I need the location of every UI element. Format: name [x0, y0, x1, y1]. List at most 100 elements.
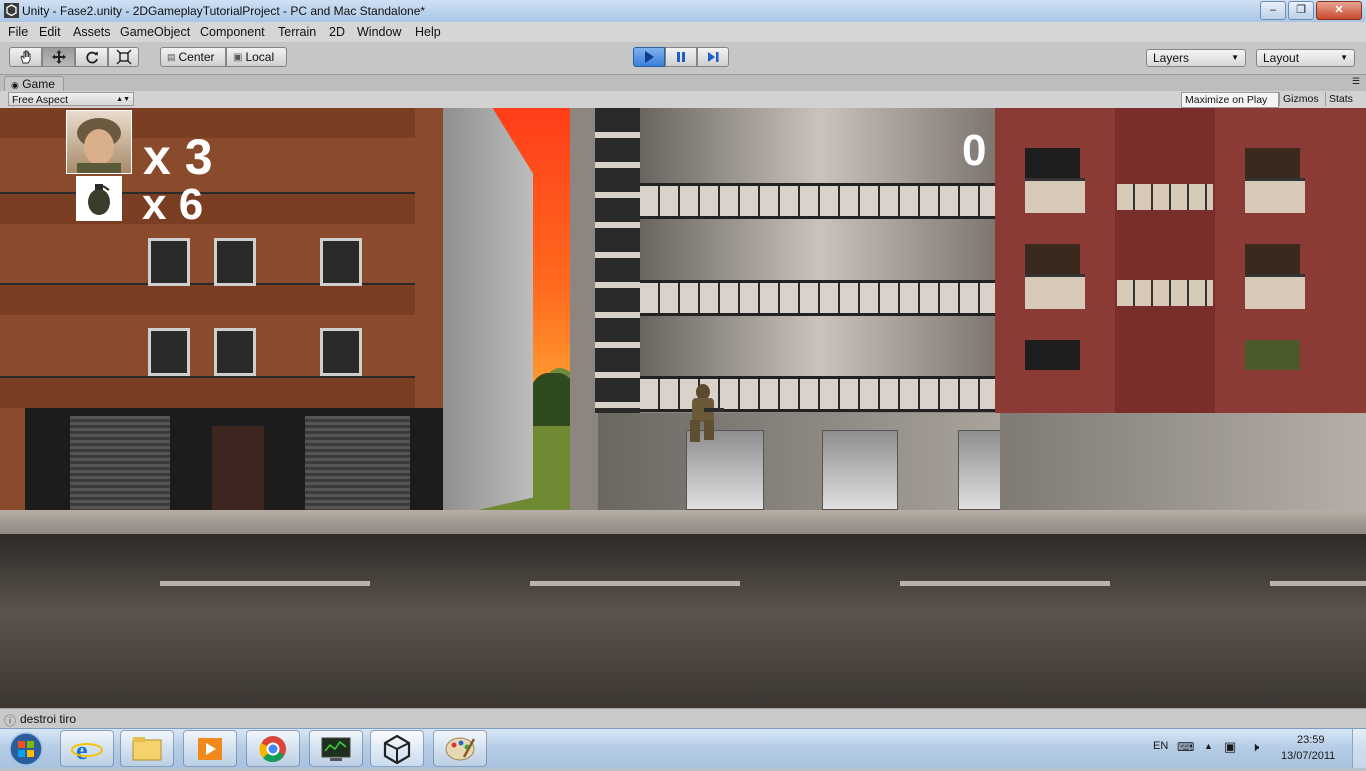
device-icon[interactable]: ▣ — [1224, 739, 1236, 755]
menu-assets[interactable]: Assets — [73, 25, 111, 39]
taskbar-system-monitor[interactable] — [309, 730, 363, 767]
title-bar: Unity - Fase2.unity - 2DGameplayTutorial… — [0, 0, 1366, 23]
window — [148, 238, 190, 286]
rotate-tool-button[interactable] — [75, 47, 108, 67]
hand-tool-button[interactable] — [9, 47, 42, 67]
rotate-icon — [85, 51, 98, 64]
tab-game[interactable]: ◉ Game — [4, 76, 64, 92]
menu-gameobject[interactable]: GameObject — [120, 25, 190, 39]
minimize-button[interactable]: – — [1260, 1, 1286, 20]
monitor-icon — [321, 737, 351, 761]
road — [0, 534, 1366, 708]
game-view-toolbar: Free Aspect ▲▼ Maximize on Play Gizmos S… — [0, 91, 1366, 109]
unity-logo-icon — [4, 3, 19, 18]
taskbar-internet-explorer[interactable]: e — [60, 730, 114, 767]
info-icon: ⓘ — [4, 714, 17, 728]
tab-game-label: Game — [22, 77, 55, 91]
menu-help[interactable]: Help — [415, 25, 441, 39]
red-balcony — [1025, 274, 1085, 309]
taskbar-file-explorer[interactable] — [120, 730, 174, 767]
move-arrows-icon — [51, 50, 66, 64]
step-button[interactable] — [697, 47, 729, 67]
aspect-label: Free Aspect — [12, 94, 69, 106]
layers-dropdown[interactable]: Layers ▼ — [1146, 49, 1246, 67]
chevron-down-icon: ▼ — [1231, 53, 1239, 62]
paint-palette-icon — [445, 737, 476, 761]
clock-date[interactable]: 13/07/2011 — [1281, 750, 1335, 762]
scale-icon — [116, 49, 131, 65]
window — [320, 328, 362, 376]
layers-label: Layers — [1153, 51, 1190, 65]
layout-dropdown[interactable]: Layout ▼ — [1256, 49, 1355, 67]
window — [1025, 148, 1080, 178]
folder-icon — [132, 737, 162, 761]
red-building-base — [1000, 413, 1366, 518]
menu-terrain[interactable]: Terrain — [278, 25, 316, 39]
balcony-1 — [0, 192, 415, 224]
svg-text:e: e — [76, 736, 88, 765]
stats-toggle[interactable]: Stats — [1325, 92, 1366, 106]
local-cube-icon: ▣ — [233, 51, 243, 63]
building-side-wall — [443, 108, 533, 518]
windows-start-orb-icon — [9, 732, 43, 766]
close-button[interactable]: ✕ — [1316, 1, 1362, 20]
panel-menu-icon[interactable]: ☰ — [1352, 76, 1360, 87]
taskbar-paint[interactable] — [433, 730, 487, 767]
game-tab-bar: ◉ Game ☰ — [0, 75, 1366, 92]
layout-label: Layout — [1263, 51, 1300, 65]
play-icon — [645, 51, 654, 63]
window — [1025, 340, 1080, 370]
unity-icon — [383, 734, 411, 765]
railing-2 — [640, 280, 995, 316]
gizmos-toggle[interactable]: Gizmos — [1279, 92, 1324, 106]
taskbar-chrome[interactable] — [246, 730, 300, 767]
pause-icon — [677, 52, 685, 62]
pivot-toggle-button[interactable]: ▤ Center — [160, 47, 226, 67]
hand-icon — [19, 50, 30, 64]
menu-2d[interactable]: 2D — [329, 25, 345, 39]
menu-edit[interactable]: Edit — [39, 25, 61, 39]
space-toggle-button[interactable]: ▣ Local — [226, 47, 287, 67]
pivot-icon: ▤ — [167, 51, 176, 62]
window-title: Unity - Fase2.unity - 2DGameplayTutorial… — [22, 4, 426, 18]
game-view-icon: ◉ — [11, 80, 19, 90]
window — [320, 238, 362, 286]
window — [1245, 148, 1300, 178]
volume-icon[interactable]: 🕨 — [1251, 739, 1259, 755]
chevron-down-icon: ▼ — [1340, 53, 1348, 62]
move-tool-button[interactable] — [42, 47, 75, 67]
console-status-bar[interactable]: ⓘ destroi tiro — [0, 708, 1366, 729]
soldier-face-icon — [77, 118, 121, 173]
sidewalk — [0, 510, 1366, 534]
red-balcony — [1245, 178, 1305, 213]
play-button[interactable] — [633, 47, 665, 67]
scale-tool-button[interactable] — [108, 47, 139, 67]
pause-button[interactable] — [665, 47, 697, 67]
red-balcony — [1245, 274, 1305, 309]
keyboard-icon[interactable]: ⌨ — [1177, 740, 1194, 754]
window — [214, 238, 256, 286]
shutter-door — [305, 416, 410, 512]
menu-component[interactable]: Component — [200, 25, 265, 39]
menu-bar: File Edit Assets GameObject Component Te… — [0, 22, 1366, 42]
pivot-label: Center — [178, 50, 215, 64]
step-icon — [708, 52, 719, 62]
menu-file[interactable]: File — [8, 25, 28, 39]
maximize-button[interactable]: ❐ — [1288, 1, 1314, 20]
show-desktop-button[interactable] — [1352, 729, 1366, 768]
stairwell-windows — [595, 108, 640, 413]
show-hidden-icons-chevron-icon[interactable]: ▲ — [1204, 741, 1213, 751]
start-button[interactable] — [4, 730, 48, 768]
menu-window[interactable]: Window — [357, 25, 401, 39]
red-balcony — [1025, 178, 1085, 213]
apartment-facade — [640, 108, 1000, 408]
game-viewport[interactable]: x 3 x 6 0 — [0, 108, 1366, 708]
taskbar-media-player[interactable] — [183, 730, 237, 767]
taskbar-unity[interactable] — [370, 730, 424, 767]
window — [148, 328, 190, 376]
maximize-on-play-toggle[interactable]: Maximize on Play — [1181, 92, 1279, 108]
aspect-dropdown[interactable]: Free Aspect ▲▼ — [8, 92, 134, 106]
language-indicator[interactable]: EN — [1153, 740, 1168, 752]
clock-time[interactable]: 23:59 — [1297, 734, 1325, 746]
soldier-character — [690, 384, 724, 442]
